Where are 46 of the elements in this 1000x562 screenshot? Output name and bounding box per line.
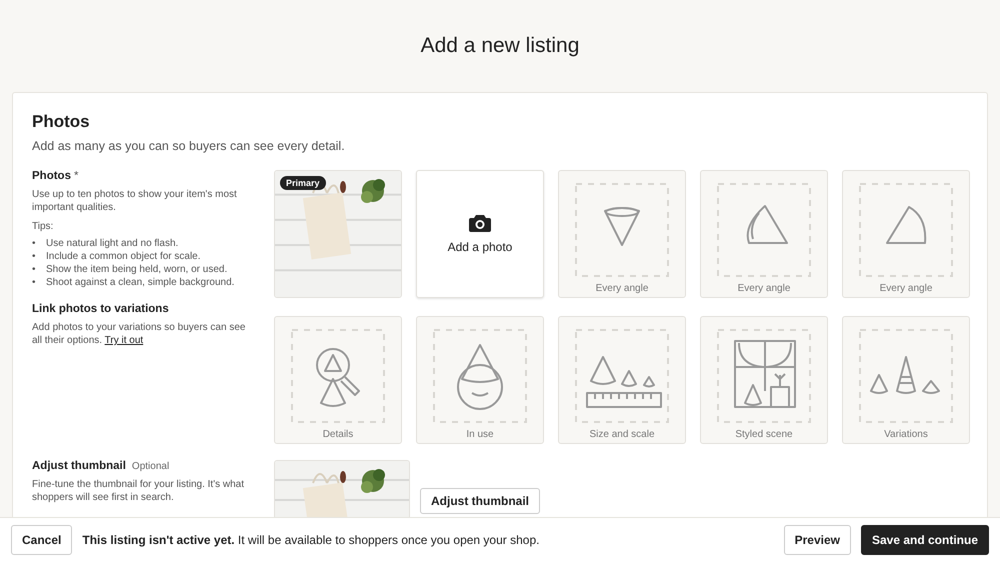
field-label: Link photos to variations [32, 303, 170, 315]
photo-placeholder[interactable]: Size and scale [558, 316, 686, 444]
photo-placeholder[interactable]: Every angle [558, 170, 686, 298]
preview-button[interactable]: Preview [784, 525, 851, 555]
help-text: Fine-tune the thumbnail for your listing. It's what shoppers will see first in search. [32, 478, 246, 504]
photo-placeholder[interactable]: Every angle [700, 170, 828, 298]
slot-label: Every angle [596, 283, 648, 294]
save-and-continue-button[interactable]: Save and continue [860, 525, 989, 555]
section-title: Photos [32, 111, 91, 133]
bullet-marker: • [32, 276, 37, 289]
slot-label: In use [466, 429, 494, 440]
tip-item: Shoot against a clean, simple background. [46, 276, 234, 289]
bullet-marker: • [32, 263, 37, 276]
optional-label: Optional [132, 461, 170, 472]
photo-placeholder[interactable]: Every angle [842, 170, 970, 298]
camera-icon [469, 214, 491, 232]
section-subtitle: Add as many as you can so buyers can see every detail. [32, 139, 346, 153]
photo-placeholder[interactable]: In use [416, 316, 544, 444]
photo-placeholder[interactable]: Details [274, 316, 402, 444]
field-label: Photos [32, 170, 71, 182]
try-it-out-link[interactable]: Try it out [104, 335, 144, 346]
slot-label: Details [322, 429, 354, 440]
tips-label: Tips: [32, 220, 54, 233]
tip-item: Include a common object for scale. [46, 250, 201, 263]
bullet-marker: • [32, 250, 37, 263]
slot-label: Size and scale [589, 429, 655, 440]
adjust-thumbnail-button[interactable]: Adjust thumbnail [420, 488, 540, 514]
photo-placeholder[interactable]: Variations [842, 316, 970, 444]
page-title: Add a new listing [420, 33, 580, 59]
help-text: Use up to ten photos to show your item's most important qualities. [32, 188, 238, 214]
tip-item: Use natural light and no flash. [46, 237, 178, 250]
required-mark: * [74, 170, 78, 182]
bullet-marker: • [32, 237, 37, 250]
cancel-button[interactable]: Cancel [11, 525, 72, 555]
photo-placeholder[interactable]: Styled scene [700, 316, 828, 444]
add-photo-button[interactable]: Add a photo [416, 170, 544, 298]
photo-slot[interactable]: Primary [274, 170, 402, 298]
field-label: Adjust thumbnail [32, 460, 126, 472]
help-text: Add photos to your variations so buyers can see all their options. Try it out [32, 321, 246, 347]
slot-label: Every angle [738, 283, 790, 294]
slot-label: Variations [884, 429, 928, 440]
status-message: This listing isn't active yet. It will be available to shoppers once you open your shop. [82, 533, 540, 547]
tip-item: Show the item being held, worn, or used. [46, 263, 228, 276]
slot-label: Every angle [880, 283, 932, 294]
primary-badge: Primary [280, 176, 326, 190]
slot-label: Styled scene [735, 429, 793, 440]
